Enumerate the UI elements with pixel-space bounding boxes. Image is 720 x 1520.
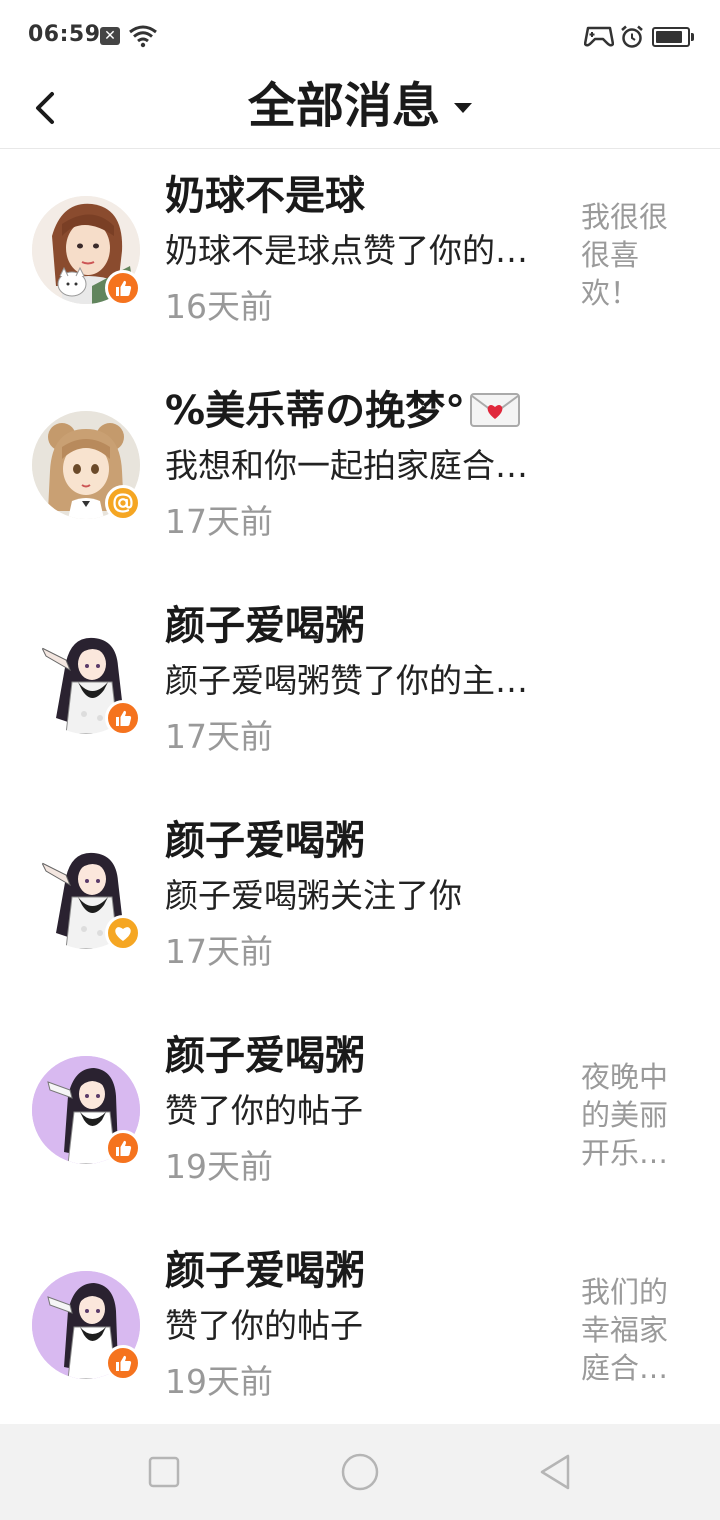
message-item[interactable]: 颜子爱喝粥 颜子爱喝粥关注了你 17天前 [0, 793, 720, 1008]
heart-icon [115, 927, 131, 941]
back-triangle-icon [540, 1454, 570, 1490]
message-item[interactable]: 颜子爱喝粥 赞了你的帖子 19天前 我们的幸福家庭合… [0, 1223, 720, 1438]
message-text: 奶球不是球点赞了你的… [165, 231, 528, 270]
header: 全部消息 [0, 72, 720, 149]
sender-name: 颜子爱喝粥 [165, 1248, 365, 1294]
sender-name: 奶球不是球 [165, 173, 365, 219]
message-time: 17天前 [165, 502, 273, 541]
at-mention-icon [113, 493, 133, 513]
home-circle-icon [341, 1453, 379, 1491]
sender-name: 颜子爱喝粥 [165, 818, 365, 864]
message-item[interactable]: 颜子爱喝粥 颜子爱喝粥赞了你的主… 17天前 [0, 578, 720, 793]
message-item[interactable]: 颜子爱喝粥 赞了你的帖子 19天前 夜晚中的美丽开乐… [0, 1008, 720, 1223]
status-time: 06:59 [28, 22, 101, 47]
back-nav-button[interactable] [536, 1452, 576, 1492]
status-bar: 06:59 ✕ [0, 0, 720, 72]
thumbs-up-icon [116, 1140, 132, 1156]
message-time: 17天前 [165, 717, 273, 756]
message-list: 奶球不是球 奶球不是球点赞了你的… 16天前 我很很很喜欢！ %美乐蒂の挽梦° … [0, 148, 720, 1438]
chevron-left-icon [36, 92, 54, 124]
like-badge [105, 1130, 141, 1166]
back-button[interactable] [26, 80, 70, 136]
message-text: 颜子爱喝粥赞了你的主… [165, 661, 528, 700]
thumbs-up-icon [116, 710, 132, 726]
recent-apps-button[interactable] [144, 1452, 184, 1492]
message-item[interactable]: %美乐蒂の挽梦° 我想和你一起拍家庭合… 17天前 [0, 363, 720, 578]
message-time: 17天前 [165, 932, 273, 971]
like-badge [105, 700, 141, 736]
recent-apps-square-icon [148, 1456, 180, 1488]
sender-name: 颜子爱喝粥 [165, 1033, 365, 1079]
post-preview[interactable]: 我很很很喜欢！ [581, 198, 681, 310]
sender-name: %美乐蒂の挽梦° [165, 388, 466, 434]
mention-badge [105, 485, 141, 521]
post-preview[interactable]: 我们的幸福家庭合… [581, 1273, 681, 1385]
envelope-heart-icon [470, 393, 521, 427]
home-button[interactable] [340, 1452, 380, 1492]
sender-name: 颜子爱喝粥 [165, 603, 365, 649]
caret-down-icon [454, 103, 472, 113]
message-text: 我想和你一起拍家庭合… [165, 446, 528, 485]
navigation-bar [0, 1424, 720, 1520]
battery-icon [652, 27, 694, 47]
like-badge [105, 1345, 141, 1381]
page-title: 全部消息 [247, 78, 440, 134]
message-time: 19天前 [165, 1362, 273, 1401]
post-preview[interactable]: 夜晚中的美丽开乐… [581, 1058, 681, 1170]
wifi-icon [129, 25, 157, 48]
thumbs-up-icon [116, 1355, 132, 1371]
message-text: 颜子爱喝粥关注了你 [165, 876, 462, 915]
game-controller-icon [584, 26, 614, 47]
like-badge [105, 270, 141, 306]
notification-x-icon: ✕ [100, 27, 120, 45]
alarm-icon [621, 25, 643, 48]
message-text: 赞了你的帖子 [165, 1091, 363, 1130]
message-time: 16天前 [165, 287, 273, 326]
message-time: 19天前 [165, 1147, 273, 1186]
thumbs-up-icon [116, 280, 132, 296]
follow-badge [105, 915, 141, 951]
sender-name-row: %美乐蒂の挽梦° [165, 385, 521, 437]
message-item[interactable]: 奶球不是球 奶球不是球点赞了你的… 16天前 我很很很喜欢！ [0, 148, 720, 363]
title-dropdown[interactable]: 全部消息 [0, 72, 720, 148]
message-text: 赞了你的帖子 [165, 1306, 363, 1345]
